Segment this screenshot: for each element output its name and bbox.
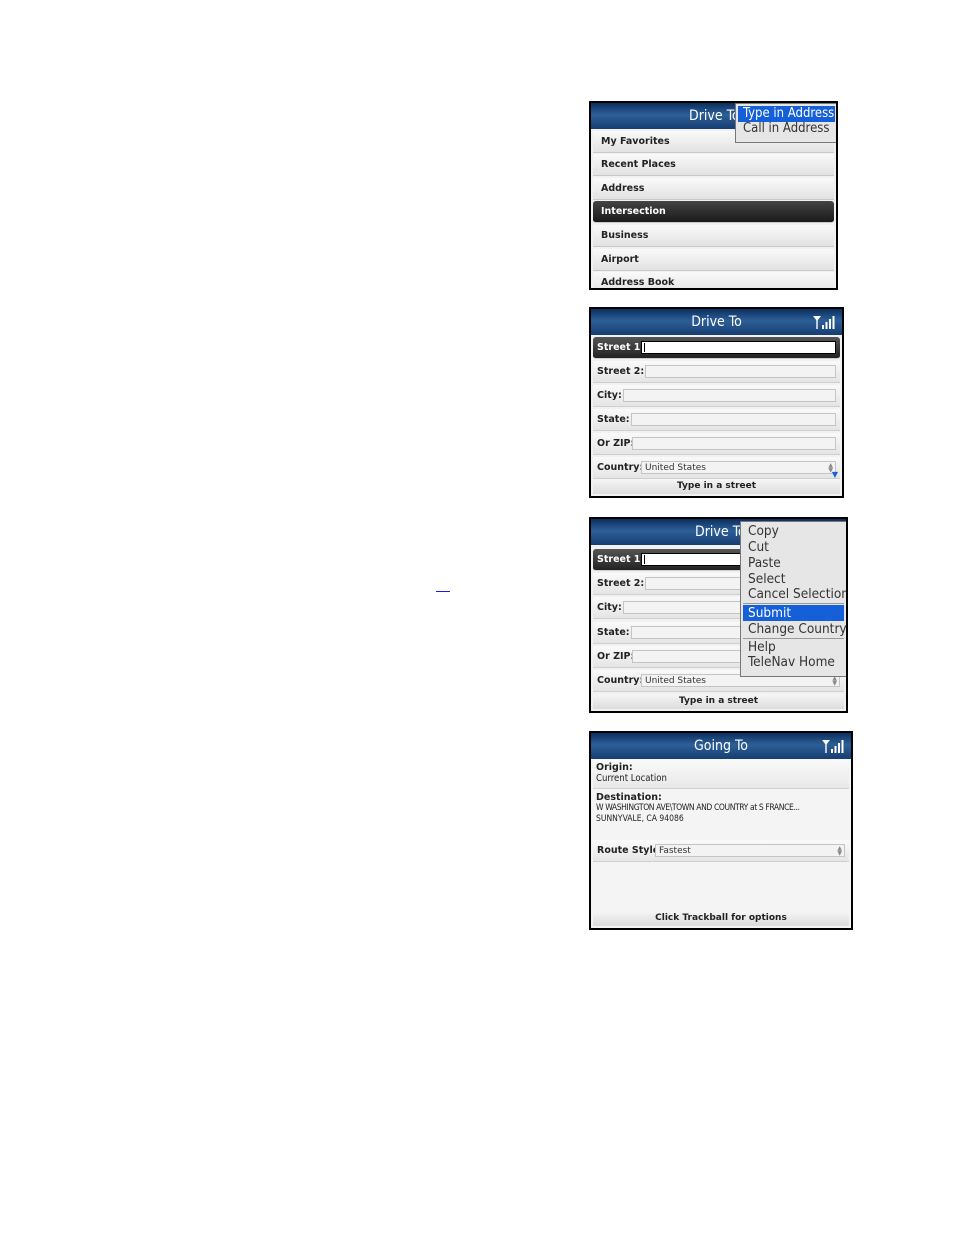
zip-input[interactable] bbox=[632, 437, 836, 450]
page-title: Drive To bbox=[689, 108, 740, 124]
context-item-label: Change Country bbox=[748, 621, 847, 637]
country-label: Country: bbox=[597, 462, 644, 473]
popup-item-type-in-address[interactable]: Type in Address bbox=[738, 106, 835, 122]
status-bar: Click Trackball for options bbox=[593, 911, 849, 926]
address-entry-popup: Type in Address Call in Address bbox=[735, 103, 836, 143]
city-label: City: bbox=[597, 390, 622, 401]
status-bar: Type in a street bbox=[593, 694, 844, 709]
context-item-label: Submit bbox=[748, 605, 792, 621]
menu-item-label: Airport bbox=[601, 254, 639, 265]
state-row: State: bbox=[593, 409, 840, 431]
origin-label: Origin: bbox=[596, 762, 633, 773]
context-item-help[interactable]: Help bbox=[743, 639, 844, 655]
route-style-label: Route Style: bbox=[597, 845, 663, 856]
origin-section: Origin: Current Location bbox=[593, 760, 849, 789]
spinner-arrows-icon: ▲ ▼ bbox=[837, 845, 842, 857]
country-row: Country: United States ▲ ▼ ▼ bbox=[593, 457, 840, 479]
menu-item-label: Business bbox=[601, 230, 649, 241]
context-item-label: Select bbox=[748, 571, 786, 587]
state-input[interactable] bbox=[631, 413, 836, 426]
context-item-cancel-selection[interactable]: Cancel Selection bbox=[743, 586, 846, 602]
destination-address-line1: W WASHINGTON AVE\TOWN AND COUNTRY at S F… bbox=[596, 803, 800, 813]
context-item-label: Help bbox=[748, 639, 776, 655]
country-value: United States bbox=[645, 676, 706, 686]
origin-value: Current Location bbox=[596, 773, 667, 784]
page-title: Going To bbox=[694, 738, 748, 754]
context-item-select[interactable]: Select bbox=[743, 571, 844, 587]
menu-item-airport[interactable]: Airport bbox=[593, 249, 834, 271]
popup-item-label: Type in Address bbox=[743, 106, 835, 121]
status-text: Type in a street bbox=[678, 696, 759, 706]
text-cursor bbox=[644, 343, 645, 352]
context-item-label: Cut bbox=[748, 539, 769, 555]
spinner-arrows-icon: ▲ ▼ bbox=[832, 675, 837, 687]
city-input[interactable] bbox=[623, 389, 836, 402]
street1-label: Street 1: bbox=[597, 342, 645, 353]
street2-input[interactable] bbox=[645, 365, 836, 378]
page-title: Drive To bbox=[695, 524, 746, 540]
menu-item-intersection[interactable]: Intersection bbox=[593, 201, 834, 223]
zip-label: Or ZIP: bbox=[597, 438, 635, 449]
street2-label: Street 2: bbox=[597, 366, 645, 377]
menu-item-label: Address Book bbox=[601, 277, 675, 288]
screenshot-going-to: Going To Origin: Current Location Destin… bbox=[589, 731, 853, 930]
context-item-label: Cancel Selection bbox=[748, 586, 848, 602]
city-label: City: bbox=[597, 602, 622, 613]
context-menu: Copy Cut Paste Select Cancel Selection S… bbox=[740, 521, 847, 677]
popup-item-label: Call in Address bbox=[743, 121, 830, 136]
street2-row: Street 2: bbox=[593, 361, 840, 383]
state-label: State: bbox=[597, 414, 630, 425]
route-style-row: Route Style: Fastest ▲ ▼ bbox=[593, 840, 849, 862]
menu-item-label: Intersection bbox=[601, 206, 666, 217]
context-item-label: Copy bbox=[748, 523, 779, 539]
menu-item-business[interactable]: Business bbox=[593, 225, 834, 247]
screenshot-context-menu: Drive To Street 1: Street 2: City: State… bbox=[589, 517, 848, 713]
menu-item-label: My Favorites bbox=[601, 136, 670, 147]
status-bar: Type in a street bbox=[593, 479, 840, 494]
screenshot-drive-to-form: Drive To Street 1: Street 2: City: State… bbox=[589, 307, 844, 498]
menu-item-address[interactable]: Address bbox=[593, 178, 834, 200]
route-style-select[interactable]: Fastest ▲ ▼ bbox=[655, 844, 845, 857]
screenshot-drive-to-menu: Drive To My Favorites Recent Places Addr… bbox=[589, 101, 838, 290]
menu-item-recent-places[interactable]: Recent Places bbox=[593, 154, 834, 176]
menu-item-label: Address bbox=[601, 183, 645, 194]
destination-label: Destination: bbox=[596, 792, 662, 803]
country-value: United States bbox=[645, 463, 706, 473]
street1-row: Street 1: bbox=[593, 337, 840, 359]
context-item-submit[interactable]: Submit bbox=[743, 605, 844, 621]
route-style-value: Fastest bbox=[659, 846, 691, 856]
signal-strength-icon bbox=[822, 740, 844, 753]
country-select[interactable]: United States ▲ ▼ bbox=[641, 461, 836, 474]
zip-label: Or ZIP: bbox=[597, 651, 635, 662]
context-item-cut[interactable]: Cut bbox=[743, 539, 844, 555]
street2-label: Street 2: bbox=[597, 578, 645, 589]
menu-item-address-book[interactable]: Address Book bbox=[593, 272, 834, 288]
country-label: Country: bbox=[597, 675, 644, 686]
context-item-copy[interactable]: Copy bbox=[743, 523, 844, 539]
scroll-down-icon: ▼ bbox=[831, 470, 838, 479]
zip-row: Or ZIP: bbox=[593, 433, 840, 455]
menu-separator bbox=[743, 603, 844, 604]
page-title: Drive To bbox=[691, 314, 742, 330]
menu-item-label: Recent Places bbox=[601, 159, 676, 170]
street1-input[interactable] bbox=[641, 341, 836, 354]
footnote-link-underline[interactable] bbox=[436, 591, 450, 592]
context-item-telenav-home[interactable]: TeleNav Home bbox=[743, 654, 844, 670]
popup-item-call-in-address[interactable]: Call in Address bbox=[738, 121, 835, 137]
context-item-label: Paste bbox=[748, 555, 781, 571]
status-text: Type in a street bbox=[676, 481, 757, 491]
signal-strength-icon bbox=[813, 316, 835, 329]
text-cursor bbox=[644, 555, 645, 564]
context-item-change-country[interactable]: Change Country bbox=[743, 621, 847, 637]
destination-address-line2: SUNNYVALE, CA 94086 bbox=[596, 814, 684, 824]
context-item-label: TeleNav Home bbox=[748, 654, 835, 670]
state-label: State: bbox=[597, 627, 630, 638]
street1-label: Street 1: bbox=[597, 554, 645, 565]
status-text: Click Trackball for options bbox=[655, 913, 787, 923]
context-item-paste[interactable]: Paste bbox=[743, 555, 844, 571]
title-bar: Going To bbox=[591, 733, 851, 759]
title-bar: Drive To bbox=[591, 309, 842, 335]
destination-section[interactable]: Destination: W WASHINGTON AVE\TOWN AND C… bbox=[593, 790, 849, 836]
city-row: City: bbox=[593, 385, 840, 407]
